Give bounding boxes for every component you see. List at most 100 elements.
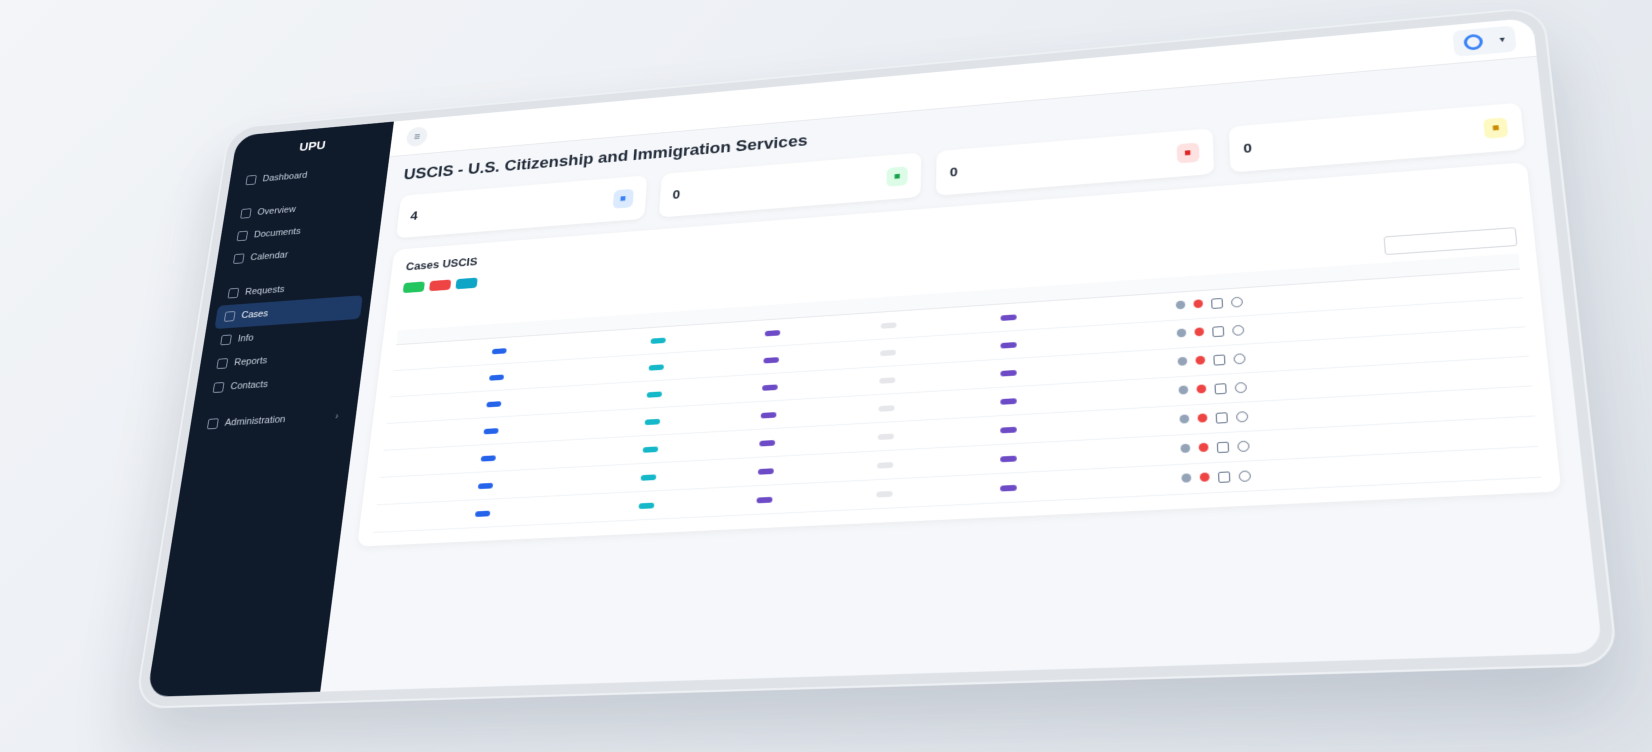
delete-icon[interactable]: [1199, 443, 1209, 452]
nav-icon: [213, 382, 225, 393]
status-badge: [1000, 398, 1016, 405]
status-badge: [648, 364, 663, 370]
form-badge: [478, 482, 493, 488]
applicant-name: [430, 418, 480, 448]
status-badge: [1000, 342, 1016, 349]
delete-icon[interactable]: [1198, 413, 1208, 422]
date-cell: [1117, 321, 1171, 352]
stat-card: 0 ■: [658, 152, 921, 217]
receipt-number[interactable]: [380, 448, 430, 478]
eye-icon[interactable]: [1182, 473, 1192, 482]
eye-icon[interactable]: [1178, 357, 1188, 366]
nav-icon: [220, 334, 232, 345]
delete-icon[interactable]: [1194, 299, 1204, 308]
row-actions: [1182, 456, 1534, 484]
case-status: [596, 328, 646, 358]
status-badge: [643, 446, 659, 452]
placeholder-badge: [879, 405, 895, 412]
edit-icon[interactable]: [1233, 325, 1245, 336]
applicant-name: [421, 500, 472, 530]
status-badge: [640, 474, 656, 480]
edit-icon[interactable]: [1239, 470, 1251, 482]
stat-card: 0 ■: [1228, 103, 1525, 173]
nav-icon: [216, 358, 228, 369]
document-icon[interactable]: [1217, 442, 1229, 453]
avatar: [1463, 34, 1483, 51]
sidebar-item-label: Reports: [233, 355, 268, 367]
delete-icon[interactable]: [1195, 327, 1205, 336]
stat-value: 0: [950, 145, 1199, 180]
document-icon[interactable]: [1216, 412, 1228, 423]
document-icon[interactable]: [1215, 383, 1227, 394]
status-badge: [757, 468, 773, 474]
app-screen: UPU Dashboard Overview Documents Calendar Re…: [147, 18, 1603, 697]
form-badge: [487, 401, 502, 407]
nav-icon: [207, 418, 219, 429]
edit-icon[interactable]: [1236, 411, 1248, 422]
empty-cell: [870, 474, 994, 509]
eye-icon[interactable]: [1177, 328, 1187, 337]
chevron-down-icon: ▾: [1499, 35, 1505, 45]
toolbar-button-1[interactable]: [403, 281, 425, 293]
eye-icon[interactable]: [1181, 444, 1191, 453]
sidebar-item-label: Dashboard: [262, 170, 308, 183]
receipt-number[interactable]: [387, 394, 437, 423]
sidebar-item-administration[interactable]: Administration ›: [197, 403, 349, 436]
user-menu[interactable]: ▾: [1452, 25, 1517, 56]
date-cell: [1118, 377, 1173, 409]
receipt-number[interactable]: [377, 475, 427, 505]
edit-icon[interactable]: [1238, 441, 1250, 452]
badge-cell: [750, 480, 871, 515]
eye-icon[interactable]: [1180, 414, 1190, 423]
nav-icon: [228, 288, 240, 299]
toolbar-button-2[interactable]: [429, 280, 451, 292]
toolbar-button-3[interactable]: [455, 278, 477, 290]
status-badge: [759, 440, 775, 446]
edit-icon[interactable]: [1235, 382, 1247, 393]
stat-value: 4: [410, 191, 634, 223]
receipt-number[interactable]: [383, 421, 433, 451]
menu-icon[interactable]: ≡: [406, 126, 429, 147]
sidebar-item-label: Info: [237, 333, 254, 344]
date-cell: [1120, 465, 1176, 497]
delete-icon[interactable]: [1200, 472, 1210, 481]
case-status: [589, 409, 640, 439]
applicant-name: [439, 339, 488, 368]
placeholder-badge: [877, 490, 893, 497]
brand-logo: UPU: [242, 133, 385, 159]
status-badge: [1000, 314, 1016, 321]
sidebar-item-label: Cases: [241, 309, 269, 321]
status-badge: [646, 391, 661, 397]
chart-icon: ■: [612, 189, 633, 209]
document-icon[interactable]: [1218, 471, 1230, 483]
delete-icon[interactable]: [1196, 356, 1206, 365]
edit-icon[interactable]: [1234, 353, 1246, 364]
case-status: [587, 436, 638, 466]
sidebar-item-dashboard[interactable]: Dashboard: [236, 158, 381, 192]
receipt-number[interactable]: [393, 342, 442, 371]
date-cell: [1119, 435, 1175, 467]
status-badge: [756, 496, 772, 503]
receipt-number[interactable]: [390, 368, 439, 397]
case-status: [594, 355, 644, 385]
receipt-number[interactable]: [373, 502, 424, 532]
applicant-name: [433, 391, 483, 421]
eye-icon[interactable]: [1176, 300, 1186, 309]
date-cell: [1118, 349, 1173, 381]
applicant-name: [424, 472, 475, 502]
form-cell: [469, 494, 585, 528]
placeholder-badge: [877, 462, 893, 469]
stat-value: 0: [672, 169, 908, 202]
nav-icon: [233, 253, 245, 264]
delete-icon[interactable]: [1197, 384, 1207, 393]
eye-icon[interactable]: [1179, 385, 1189, 394]
placeholder-badge: [880, 377, 896, 384]
document-icon[interactable]: [1211, 298, 1223, 309]
document-icon[interactable]: [1214, 354, 1226, 365]
search-input[interactable]: [1384, 227, 1518, 255]
status-badge: [763, 357, 779, 363]
edit-icon[interactable]: [1231, 297, 1243, 308]
applicant-name: [427, 445, 477, 475]
document-icon[interactable]: [1213, 326, 1225, 337]
nav-icon: [224, 311, 236, 322]
